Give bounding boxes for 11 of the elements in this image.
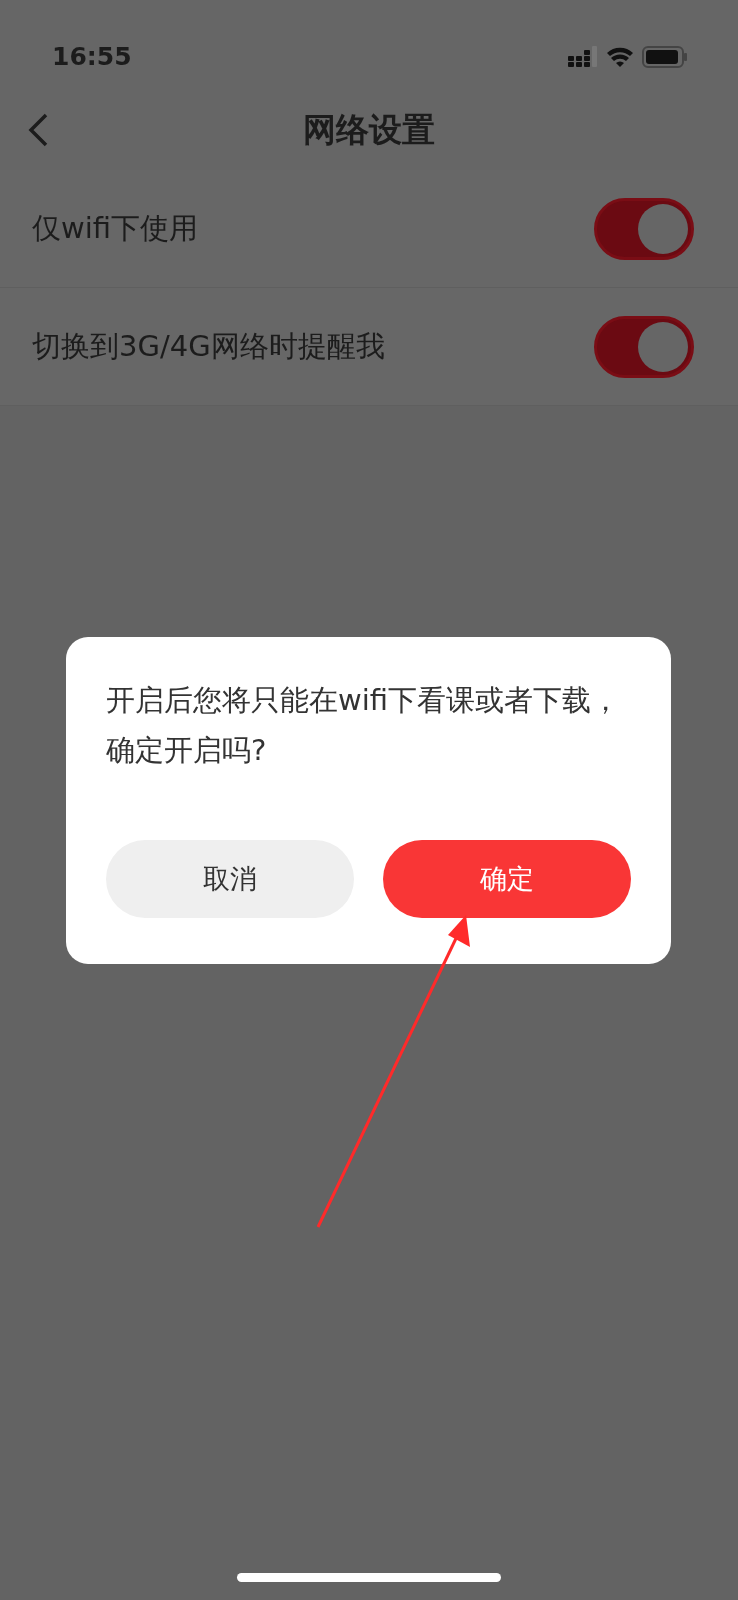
status-time: 16:55 <box>52 41 132 74</box>
cancel-button[interactable]: 取消 <box>106 840 354 918</box>
setting-label: 仅wifi下使用 <box>32 209 199 247</box>
wifi-icon <box>606 46 634 68</box>
battery-icon <box>642 46 688 68</box>
back-icon[interactable] <box>26 112 50 148</box>
signal-icon <box>568 46 598 68</box>
dialog-message: 开启后您将只能在wifi下看课或者下载，确定开启吗? <box>106 682 622 769</box>
setting-label: 切换到3G/4G网络时提醒我 <box>32 327 385 365</box>
page-title: 网络设置 <box>303 109 435 152</box>
confirm-button[interactable]: 确定 <box>383 840 631 918</box>
